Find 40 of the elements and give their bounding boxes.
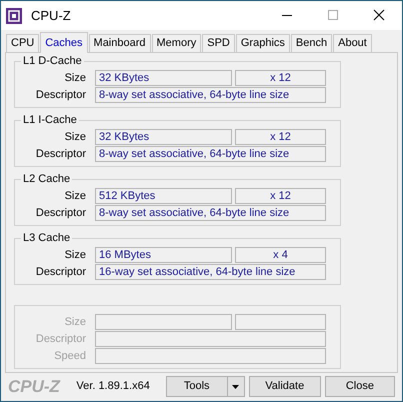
close-button[interactable]: Close [324,376,395,397]
caret-icon [232,384,240,388]
value-field: 32 KBytes [95,129,232,145]
chip-icon [6,8,22,24]
tab[interactable]: Graphics [236,34,290,52]
tab[interactable]: SPD [202,34,235,52]
tab[interactable]: CPU [6,34,40,52]
field-label: Size [64,189,86,204]
tab[interactable]: Caches [40,32,88,53]
window-title: CPU-Z [31,6,71,25]
field-label: Descriptor [34,332,86,347]
value-field: x 12 [235,70,326,86]
field-label: Size [64,130,86,145]
field-label: Descriptor [34,147,86,162]
value-field: 16 MBytes [95,247,232,263]
dropdown-button[interactable] [228,376,245,397]
tab[interactable]: About [333,34,372,52]
tab[interactable]: Bench [290,34,332,52]
value-field: 32 KBytes [95,70,232,86]
field-label: Speed [53,349,86,364]
tab[interactable]: Mainboard [88,34,151,52]
value-field: 8-way set associative, 64-byte line size [95,146,326,162]
field-label: Descriptor [34,88,86,103]
value-field: 8-way set associative, 64-byte line size [95,205,326,221]
field-label: Size [64,71,86,86]
validate-button[interactable]: Validate [248,376,321,397]
value-field: 16-way set associative, 64-byte line size [95,264,326,280]
field-label: Size [64,315,86,330]
value-field: x 4 [235,247,326,263]
tools-button[interactable]: Tools [166,376,228,397]
field-label: Descriptor [34,265,86,280]
value-field: x 12 [235,188,326,204]
tab[interactable]: Memory [152,34,202,52]
value-field: x 12 [235,129,326,145]
field-label: Size [64,248,86,263]
field-label: Descriptor [34,206,86,221]
logo-text: CPU-Z [8,376,62,398]
value-field: 512 KBytes [95,188,232,204]
value-field: 8-way set associative, 64-byte line size [95,87,326,103]
version-label: Ver. 1.89.1.x64 [76,379,151,394]
